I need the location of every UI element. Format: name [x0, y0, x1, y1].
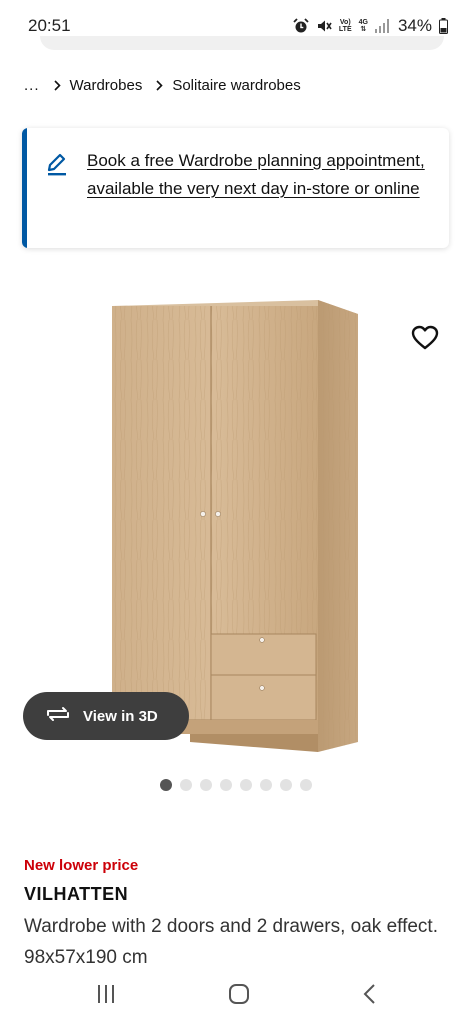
recents-icon[interactable]: [95, 984, 117, 1009]
chevron-right-icon: [53, 80, 61, 91]
breadcrumb-ellipsis[interactable]: ...: [24, 77, 40, 94]
breadcrumb-item-solitaire-wardrobes[interactable]: Solitaire wardrobes: [172, 77, 300, 94]
price-badge: New lower price: [24, 857, 139, 874]
mute-icon: [316, 18, 332, 34]
image-carousel-indicator: [160, 779, 312, 791]
view-in-3d-label: View in 3D: [83, 707, 158, 725]
carousel-dot[interactable]: [240, 779, 252, 791]
breadcrumb: ... Wardrobes Solitaire wardrobes: [24, 77, 301, 94]
product-description: Wardrobe with 2 doors and 2 drawers, oak…: [24, 916, 438, 968]
network-type-indicator: 4G ⇅: [358, 19, 368, 33]
carousel-dot[interactable]: [260, 779, 272, 791]
browser-address-strip: [40, 36, 444, 50]
carousel-dot[interactable]: [280, 779, 292, 791]
heart-icon: [411, 325, 439, 354]
favourite-button[interactable]: [410, 325, 440, 353]
planning-appointment-banner: Book a free Wardrobe planning appointmen…: [22, 128, 449, 248]
breadcrumb-item-wardrobes[interactable]: Wardrobes: [70, 77, 143, 94]
status-time: 20:51: [28, 16, 71, 35]
alarm-icon: [293, 18, 309, 34]
carousel-dot[interactable]: [180, 779, 192, 791]
rotate-icon: [45, 705, 71, 727]
volte-indicator: Vo) LTE: [338, 19, 352, 33]
chevron-right-icon: [156, 80, 163, 91]
battery-percent: 34%: [397, 16, 432, 35]
carousel-dot[interactable]: [160, 779, 172, 791]
banner-accent-bar: [22, 128, 27, 248]
carousel-dot[interactable]: [300, 779, 312, 791]
signal-icon: [374, 19, 391, 33]
pencil-icon: [46, 150, 68, 181]
back-icon[interactable]: [362, 983, 378, 1010]
carousel-dot[interactable]: [200, 779, 212, 791]
view-in-3d-button[interactable]: View in 3D: [23, 692, 189, 740]
status-icons: Vo) LTE 4G ⇅ 34%: [293, 16, 448, 36]
home-icon[interactable]: [228, 983, 250, 1010]
planning-appointment-link[interactable]: Book a free Wardrobe planning appointmen…: [87, 147, 427, 203]
data-arrows-icon: ⇅: [360, 26, 367, 33]
carousel-dot[interactable]: [220, 779, 232, 791]
battery-icon: [439, 18, 448, 34]
product-name: VILHATTEN: [24, 884, 129, 904]
system-navigation-bar: [0, 972, 472, 1024]
